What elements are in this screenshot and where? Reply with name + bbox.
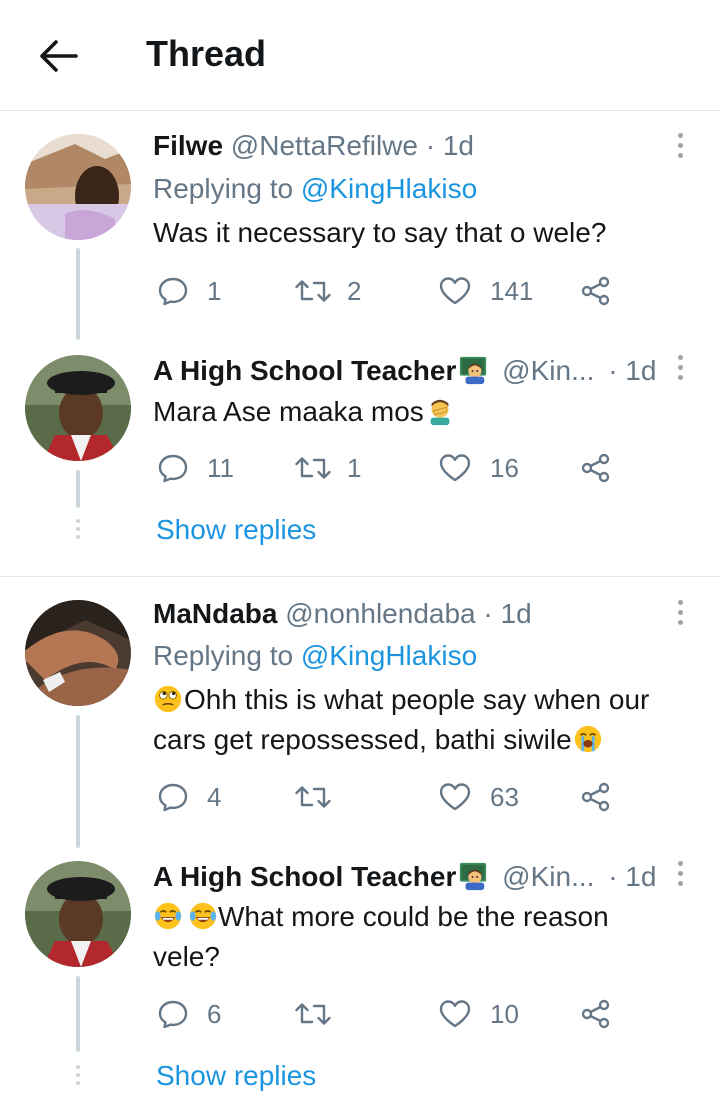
tweet-header: A High School Teacher @Kin... · 1d [153,861,656,893]
tweet-header: Filwe @NettaRefilwe · 1d [153,130,474,162]
avatar[interactable] [25,134,131,240]
show-replies-link[interactable]: Show replies [156,514,316,546]
reply-button[interactable]: 1 [157,271,221,311]
more-options-icon[interactable] [670,355,690,391]
like-count: 10 [490,998,519,1029]
like-count: 16 [490,452,519,483]
thread-line [76,248,80,340]
tweet-text: Ohh this is what people say when our car… [153,684,650,755]
top-bar: Thread [0,0,720,111]
reply-icon [157,998,189,1030]
like-icon [438,452,472,484]
retweet-button[interactable]: 2 [293,271,361,311]
retweet-button[interactable] [293,777,347,817]
share-icon [580,275,612,307]
like-icon [438,998,472,1030]
timestamp: · 1d [425,130,474,161]
reply-count: 1 [207,275,222,306]
share-button[interactable] [580,994,612,1034]
mention-link[interactable]: @KingHlakiso [301,173,477,204]
facepalm-emoji-icon [425,396,455,426]
more-options-icon[interactable] [670,133,690,169]
crying-emoji-icon [573,724,603,754]
divider [0,576,720,577]
retweet-icon [293,781,333,813]
retweet-count: 1 [347,452,362,483]
share-icon [580,452,612,484]
page-title: Thread [146,33,267,74]
thread-continuation [76,519,80,543]
timestamp: · 1d [483,598,532,629]
reply-icon [157,781,189,813]
user-handle[interactable]: @Kin... [502,355,594,386]
like-count: 63 [490,781,519,812]
eye-roll-emoji-icon [153,684,183,714]
avatar[interactable] [25,861,131,967]
like-count: 141 [490,275,534,306]
show-replies-link[interactable]: Show replies [156,1060,316,1092]
tweet-header: A High School Teacher @Kin... · 1d [153,355,656,387]
like-button[interactable]: 10 [438,994,519,1034]
display-name[interactable]: A High School Teacher [153,861,488,892]
more-options-icon[interactable] [670,600,690,636]
thread-line [76,976,80,1052]
like-button[interactable]: 141 [438,271,533,311]
retweet-icon [293,275,333,307]
share-icon [580,998,612,1030]
thread-line [76,470,80,508]
avatar[interactable] [25,600,131,706]
share-button[interactable] [580,448,612,488]
teacher-emoji-icon [458,355,488,385]
display-name[interactable]: Filwe [153,130,223,161]
reply-icon [157,275,189,307]
reply-button[interactable]: 6 [157,994,221,1034]
share-button[interactable] [580,777,612,817]
tweet-text: Was it necessary to say that o wele? [153,217,607,248]
like-button[interactable]: 63 [438,777,519,817]
like-button[interactable]: 16 [438,448,519,488]
like-icon [438,781,472,813]
user-handle[interactable]: @Kin... [502,861,594,892]
reply-count: 6 [207,998,222,1029]
timestamp: · 1d [608,861,657,892]
reply-icon [157,452,189,484]
retweet-button[interactable] [293,994,347,1034]
share-button[interactable] [580,271,612,311]
teacher-emoji-icon [458,861,488,891]
like-icon [438,275,472,307]
laughing-emoji-icon [153,901,183,931]
avatar[interactable] [25,355,131,461]
retweet-icon [293,452,333,484]
replying-to: Replying to @KingHlakiso [153,173,478,204]
mention-link[interactable]: @KingHlakiso [301,640,477,671]
retweet-count: 2 [347,275,362,306]
reply-button[interactable]: 4 [157,777,221,817]
laughing-emoji-icon [188,901,218,931]
timestamp: · 1d [608,355,657,386]
tweet-text: Mara Ase maaka mos [153,392,693,432]
replying-to: Replying to @KingHlakiso [153,640,478,671]
thread-continuation [76,1065,80,1089]
retweet-icon [293,998,333,1030]
reply-count: 11 [207,452,234,483]
more-options-icon[interactable] [670,861,690,897]
share-icon [580,781,612,813]
display-name[interactable]: MaNdaba [153,598,277,629]
display-name[interactable]: A High School Teacher [153,355,488,386]
user-handle[interactable]: @NettaRefilwe [231,130,418,161]
back-arrow-icon[interactable] [36,36,80,76]
reply-count: 4 [207,781,222,812]
tweet-header: MaNdaba @nonhlendaba · 1d [153,598,532,630]
tweet-text: What more could be the reason vele? [153,901,609,972]
reply-button[interactable]: 11 [157,448,234,488]
user-handle[interactable]: @nonhlendaba [285,598,475,629]
retweet-button[interactable]: 1 [293,448,361,488]
thread-line [76,715,80,848]
